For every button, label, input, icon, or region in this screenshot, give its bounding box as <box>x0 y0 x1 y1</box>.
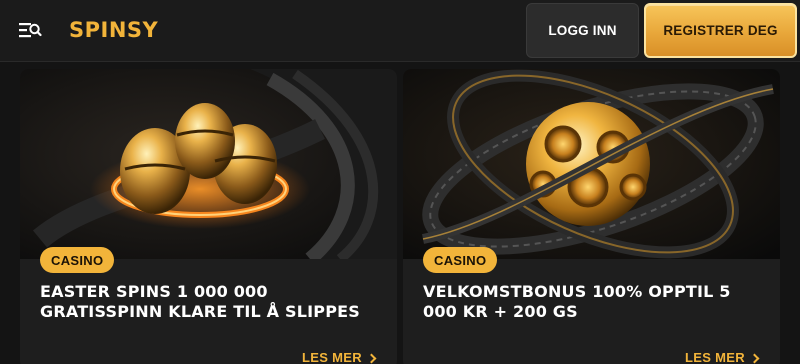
brand-logo[interactable]: SPINSY <box>69 18 158 42</box>
register-button[interactable]: REGISTRER DEG <box>644 3 797 58</box>
read-more-link[interactable]: LES MER <box>685 350 760 364</box>
login-button[interactable]: LOGG INN <box>526 3 639 58</box>
promo-card[interactable]: CASINO VELKOMSTBONUS 100% OPPTIL 5 000 K… <box>403 69 780 364</box>
promo-image-golden-eggs <box>20 69 397 259</box>
read-more-label: LES MER <box>685 350 745 364</box>
category-badge: CASINO <box>40 247 115 273</box>
read-more-link[interactable]: LES MER <box>302 350 377 364</box>
top-bar: SPINSY LOGG INN REGISTRER DEG <box>0 0 800 62</box>
promo-image-golden-sphere <box>403 69 780 259</box>
category-badge: CASINO <box>423 247 498 273</box>
chevron-right-icon <box>366 353 377 363</box>
promo-title: VELKOMSTBONUS 100% OPPTIL 5 000 KR + 200… <box>423 282 731 321</box>
promo-card[interactable]: CASINO EASTER SPINS 1 000 000 GRATISSPIN… <box>20 69 397 364</box>
promo-title: EASTER SPINS 1 000 000 GRATISSPINN KLARE… <box>40 282 360 321</box>
read-more-label: LES MER <box>302 350 362 364</box>
menu-search-icon[interactable] <box>18 20 42 40</box>
chevron-right-icon <box>749 353 760 363</box>
